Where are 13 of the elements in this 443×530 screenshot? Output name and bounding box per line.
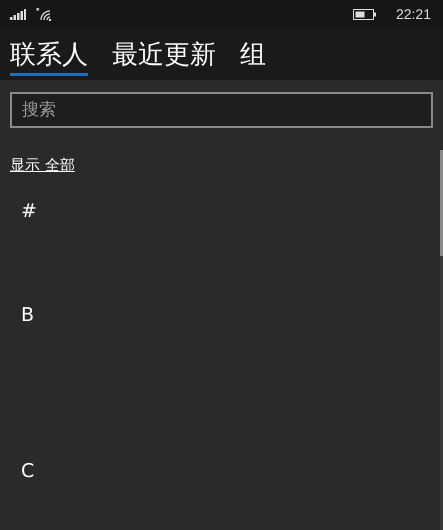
pivot-tab[interactable]: 组 (240, 38, 266, 76)
group-header[interactable]: B (21, 304, 34, 326)
group-header[interactable]: # (21, 200, 37, 222)
search-field[interactable]: 搜索 (10, 92, 433, 128)
group-header[interactable]: C (21, 460, 34, 482)
clock-time: 22:21 (396, 6, 431, 22)
scrollbar[interactable] (440, 150, 443, 530)
battery-icon (352, 8, 376, 20)
pivot-tab[interactable]: 最近更新 (112, 38, 216, 76)
signal-icon (10, 8, 26, 20)
pivot-tab[interactable]: 联系人 (10, 38, 88, 76)
wifi-icon (36, 7, 52, 21)
show-all-link[interactable]: 显示 全部 (10, 156, 75, 175)
